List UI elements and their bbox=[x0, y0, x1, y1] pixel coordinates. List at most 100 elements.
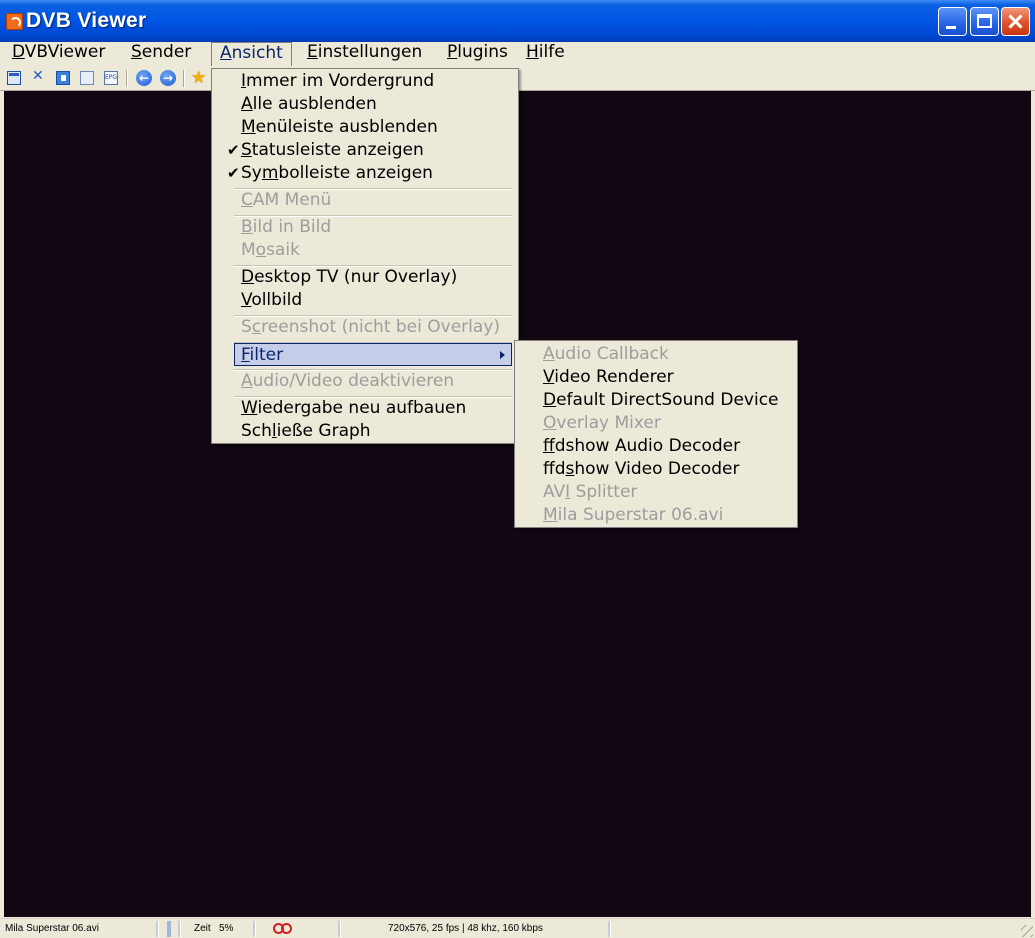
menu-einstellungen[interactable]: Einstellungen bbox=[299, 42, 430, 66]
menu-label-accel: D bbox=[12, 42, 25, 62]
menu-item-desktop-tv[interactable]: Desktop TV (nur Overlay) bbox=[213, 266, 517, 289]
record-icon[interactable] bbox=[273, 923, 295, 935]
item-label-post: iedergabe neu aufbauen bbox=[257, 398, 467, 418]
status-divider bbox=[338, 921, 341, 937]
minimize-button[interactable] bbox=[938, 7, 967, 36]
status-divider bbox=[608, 921, 611, 937]
menu-label-post: instellungen bbox=[317, 42, 423, 62]
title-bar[interactable]: DVB Viewer bbox=[0, 0, 1035, 43]
item-label-pre: AV bbox=[543, 482, 566, 502]
resize-grip-icon[interactable] bbox=[1021, 925, 1033, 937]
status-media-info: 720x576, 25 fps | 48 khz, 160 kbps bbox=[388, 923, 543, 934]
item-label-pre: M bbox=[241, 240, 256, 260]
toolbar-separator bbox=[126, 70, 128, 87]
screen-icon[interactable] bbox=[7, 71, 21, 85]
back-arrow-icon[interactable]: ← bbox=[136, 70, 152, 86]
item-label-accel: B bbox=[241, 217, 253, 237]
item-label-accel: F bbox=[241, 345, 250, 365]
window-title: DVB Viewer bbox=[26, 9, 147, 32]
status-progress-marker bbox=[167, 921, 171, 937]
menu-hilfe[interactable]: Hilfe bbox=[518, 42, 573, 66]
menu-item-screenshot: Screenshot (nicht bei Overlay) bbox=[213, 316, 517, 339]
item-label-accel: D bbox=[241, 267, 255, 287]
status-divider bbox=[156, 921, 159, 937]
pip-icon[interactable] bbox=[56, 71, 70, 85]
submenu-item-video-renderer[interactable]: Video Renderer bbox=[516, 366, 796, 389]
toolbar-separator bbox=[183, 70, 185, 87]
menu-sender[interactable]: Sender bbox=[123, 42, 199, 66]
submenu-item-audio-callback: Audio Callback bbox=[516, 343, 796, 366]
dvb-viewer-window: DVB Viewer DVBViewer Sender Ansicht Eins… bbox=[0, 0, 1035, 938]
item-label-post: ild in Bild bbox=[252, 217, 332, 237]
fit-window-icon[interactable] bbox=[32, 68, 46, 85]
submenu-item-mila-superstar: Mila Superstar 06.avi bbox=[516, 504, 796, 527]
item-label-accel: W bbox=[241, 398, 258, 418]
submenu-arrow-icon bbox=[500, 351, 505, 359]
menu-item-filter[interactable]: Filter bbox=[234, 343, 512, 366]
item-label-accel: o bbox=[255, 240, 267, 260]
menu-item-statusleiste-anzeigen[interactable]: ✔ Statusleiste anzeigen bbox=[213, 139, 517, 162]
item-label-accel: S bbox=[241, 140, 252, 160]
status-filename: Mila Superstar 06.avi bbox=[5, 923, 99, 934]
menu-item-symbolleiste-anzeigen[interactable]: ✔ Symbolleiste anzeigen bbox=[213, 162, 517, 185]
item-label-accel: c bbox=[251, 317, 262, 337]
menu-bar: DVBViewer Sender Ansicht Einstellungen P… bbox=[0, 42, 1035, 68]
menu-label-post: VBViewer bbox=[24, 42, 106, 62]
item-label-post: ideo Renderer bbox=[554, 367, 674, 387]
item-label-post: bolleiste anzeigen bbox=[278, 163, 433, 183]
menu-item-cam-menue: CAM Menü bbox=[213, 189, 517, 212]
submenu-item-ffdshow-video[interactable]: ffdshow Video Decoder bbox=[516, 458, 796, 481]
menu-dvbviewer[interactable]: DVBViewer bbox=[4, 42, 113, 66]
forward-arrow-icon[interactable]: → bbox=[160, 70, 176, 86]
item-label-post: mmer im Vordergrund bbox=[246, 71, 435, 91]
item-label-post: verlay Mixer bbox=[556, 413, 661, 433]
item-label-post: how Video Decoder bbox=[574, 459, 740, 479]
menu-item-immer-im-vordergrund[interactable]: Immer im Vordergrund bbox=[213, 70, 517, 93]
menu-item-alle-ausblenden[interactable]: Alle ausblenden bbox=[213, 93, 517, 116]
tv-icon[interactable] bbox=[80, 71, 94, 85]
submenu-item-ffdshow-audio[interactable]: ffdshow Audio Decoder bbox=[516, 435, 796, 458]
maximize-button[interactable] bbox=[970, 7, 999, 36]
menu-item-menueleiste-ausblenden[interactable]: Menüleiste ausblenden bbox=[213, 116, 517, 139]
status-bar: Mila Superstar 06.avi Zeit 5% 720x576, 2… bbox=[0, 918, 1035, 938]
menu-item-mosaik: Mosaik bbox=[213, 239, 517, 262]
menu-label-post: nsicht bbox=[231, 43, 283, 63]
menu-item-bild-in-bild: Bild in Bild bbox=[213, 216, 517, 239]
ansicht-dropdown-menu: Immer im Vordergrund Alle ausblenden Men… bbox=[211, 68, 519, 444]
item-label-accel: V bbox=[241, 290, 252, 310]
item-label-post: ilter bbox=[249, 345, 284, 365]
item-label-post: saik bbox=[266, 240, 300, 260]
menu-label-post: ender bbox=[141, 42, 192, 62]
app-rss-icon[interactable] bbox=[6, 13, 23, 30]
item-label-pre: ffd bbox=[543, 459, 566, 479]
menu-item-schliesse-graph[interactable]: Schließe Graph bbox=[213, 420, 517, 443]
item-label-pre: S bbox=[241, 317, 252, 337]
menu-label-post: ilfe bbox=[538, 42, 565, 62]
menu-label-accel: P bbox=[447, 42, 458, 62]
menu-label-accel: H bbox=[526, 42, 539, 62]
item-label-post: ollbild bbox=[251, 290, 303, 310]
epg-icon[interactable]: EPG bbox=[104, 71, 118, 85]
status-divider bbox=[178, 921, 181, 937]
menu-item-vollbild[interactable]: Vollbild bbox=[213, 289, 517, 312]
submenu-item-default-directsound[interactable]: Default DirectSound Device bbox=[516, 389, 796, 412]
status-time-label: Zeit bbox=[194, 923, 211, 934]
menu-label-accel: E bbox=[307, 42, 318, 62]
menu-label-accel: A bbox=[220, 43, 232, 63]
item-label-pre: Sy bbox=[241, 163, 262, 183]
menu-ansicht[interactable]: Ansicht bbox=[211, 42, 292, 66]
favorites-star-icon[interactable]: ★ bbox=[191, 69, 209, 87]
item-label-accel: O bbox=[543, 413, 557, 433]
item-label-accel: C bbox=[241, 190, 253, 210]
menu-item-wiedergabe-neu-aufbauen[interactable]: Wiedergabe neu aufbauen bbox=[213, 397, 517, 420]
status-time-value: 5% bbox=[219, 923, 234, 934]
item-label-accel: A bbox=[241, 371, 253, 391]
menu-label-accel: S bbox=[131, 42, 142, 62]
submenu-item-avi-splitter: AVI Splitter bbox=[516, 481, 796, 504]
close-button[interactable] bbox=[1001, 7, 1030, 36]
item-label-post: AM Menü bbox=[252, 190, 332, 210]
menu-plugins[interactable]: Plugins bbox=[439, 42, 516, 66]
status-divider bbox=[253, 921, 256, 937]
menu-label-post: lugins bbox=[457, 42, 508, 62]
item-label-post: Splitter bbox=[570, 482, 638, 502]
